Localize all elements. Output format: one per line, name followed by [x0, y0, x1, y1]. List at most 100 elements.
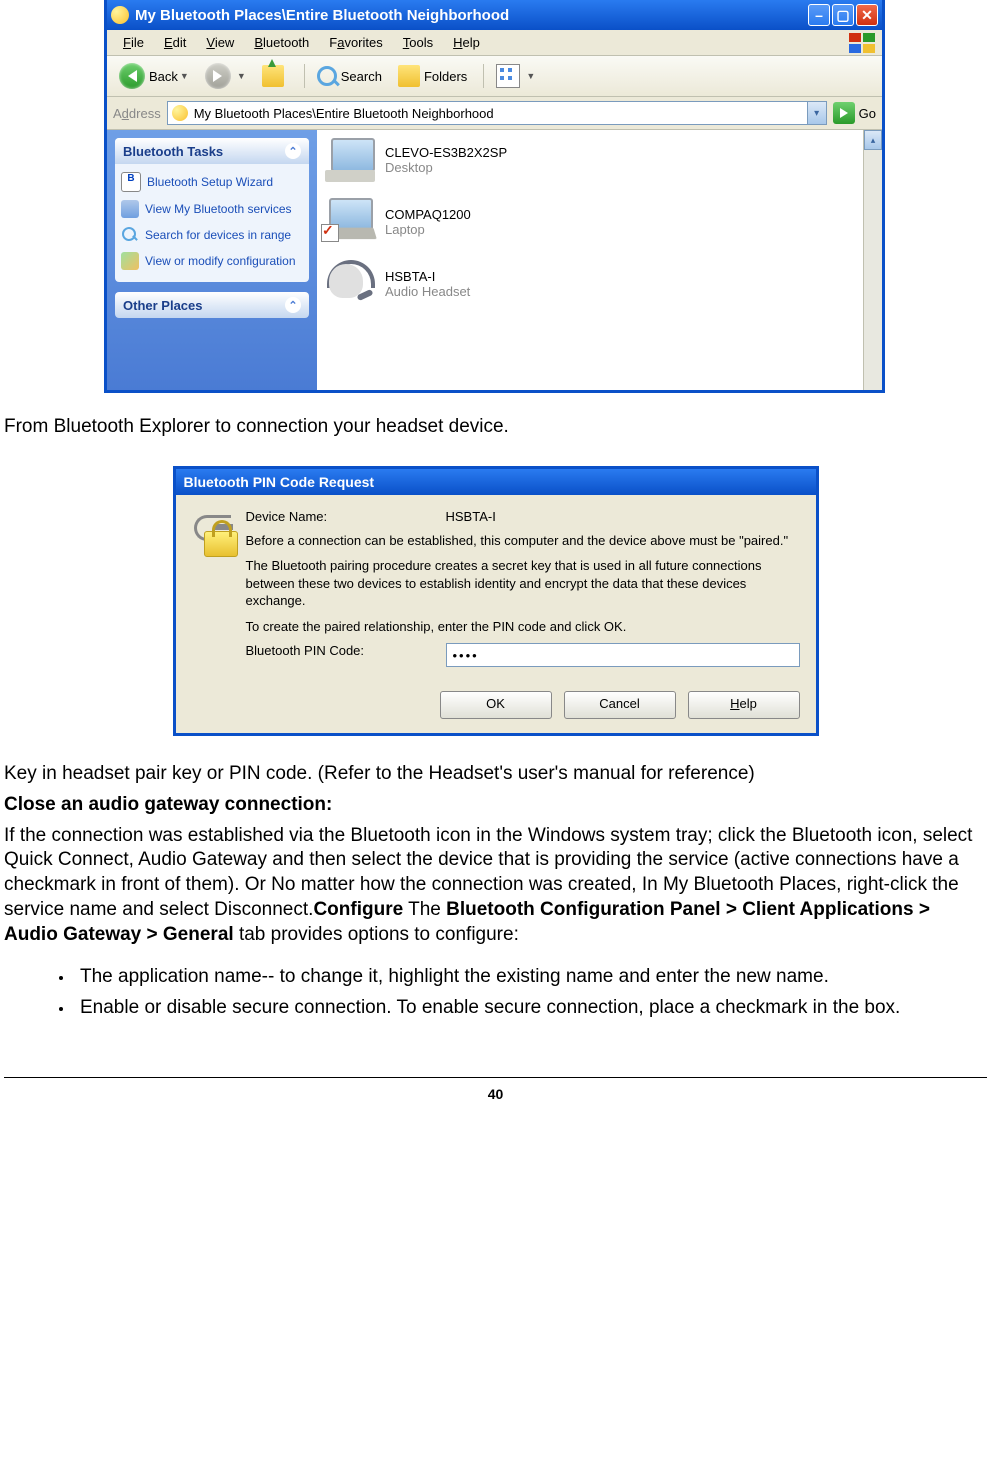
device-type: Audio Headset	[385, 284, 470, 299]
laptop-computer-icon	[323, 198, 375, 246]
address-label: Address	[113, 106, 161, 121]
search-devices-icon	[121, 226, 139, 244]
device-type: Laptop	[385, 222, 471, 237]
back-button[interactable]: Back ▼	[113, 60, 195, 92]
pin-code-label: Bluetooth PIN Code:	[246, 643, 446, 667]
page-number: 40	[4, 1086, 987, 1102]
body-paragraph: If the connection was established via th…	[4, 824, 987, 947]
toolbar: Back ▼ ▼ Search Folders ▼	[107, 56, 882, 97]
menu-edit[interactable]: Edit	[154, 33, 196, 52]
menu-tools[interactable]: Tools	[393, 33, 443, 52]
toolbar-separator	[304, 64, 305, 88]
help-button[interactable]: Help	[688, 691, 800, 719]
back-dropdown-icon[interactable]: ▼	[180, 71, 189, 81]
task-search-devices[interactable]: Search for devices in range	[121, 222, 303, 248]
task-label: Bluetooth Setup Wizard	[147, 175, 273, 189]
scrollbar-up-button[interactable]: ▴	[864, 130, 882, 150]
folders-button[interactable]: Folders	[392, 62, 473, 90]
collapse-icon: ⌃	[285, 143, 301, 159]
services-icon	[121, 200, 139, 218]
bluetooth-places-icon	[111, 6, 129, 24]
address-icon	[172, 105, 188, 121]
search-icon	[317, 66, 337, 86]
device-name: COMPAQ1200	[385, 207, 471, 222]
bluetooth-tasks-title: Bluetooth Tasks	[123, 144, 223, 159]
dialog-paragraph: The Bluetooth pairing procedure creates …	[246, 557, 800, 610]
explorer-window: My Bluetooth Places\Entire Bluetooth Nei…	[104, 0, 885, 393]
dialog-paragraph: Before a connection can be established, …	[246, 532, 800, 550]
keys-lock-icon	[192, 509, 246, 676]
explorer-body: Bluetooth Tasks ⌃ Bluetooth Setup Wizard…	[107, 130, 882, 390]
config-icon	[121, 252, 139, 270]
device-list: CLEVO-ES3B2X2SP Desktop COMPAQ1200 Lapto…	[317, 130, 882, 390]
footer-rule	[4, 1077, 987, 1078]
go-button[interactable]: Go	[833, 102, 876, 124]
task-setup-wizard[interactable]: Bluetooth Setup Wizard	[121, 168, 303, 196]
views-dropdown-icon[interactable]: ▼	[526, 71, 535, 81]
dialog-title: Bluetooth PIN Code Request	[184, 474, 375, 490]
address-input[interactable]: My Bluetooth Places\Entire Bluetooth Nei…	[167, 101, 808, 125]
device-name-value: HSBTA-I	[446, 509, 496, 524]
menu-view[interactable]: View	[196, 33, 244, 52]
menu-help[interactable]: Help	[443, 33, 490, 52]
other-places-header[interactable]: Other Places ⌃	[115, 292, 309, 318]
search-button[interactable]: Search	[311, 63, 388, 89]
address-dropdown-button[interactable]: ▾	[808, 101, 827, 125]
pin-code-input[interactable]: ••••	[446, 643, 800, 667]
search-label: Search	[341, 69, 382, 84]
views-icon	[496, 64, 520, 88]
menu-bar: File Edit View Bluetooth Favorites Tools…	[107, 30, 882, 56]
vertical-scrollbar[interactable]: ▴	[863, 130, 882, 390]
desktop-computer-icon	[323, 136, 375, 184]
list-item: The application name-- to change it, hig…	[74, 965, 987, 990]
device-item-headset[interactable]: HSBTA-I Audio Headset	[323, 260, 876, 308]
collapse-icon: ⌃	[285, 297, 301, 313]
task-label: View My Bluetooth services	[145, 202, 292, 216]
cancel-button[interactable]: Cancel	[564, 691, 676, 719]
section-heading: Close an audio gateway connection:	[4, 793, 987, 818]
menu-favorites[interactable]: Favorites	[319, 33, 392, 52]
task-label: View or modify configuration	[145, 254, 296, 268]
other-places-panel: Other Places ⌃	[115, 292, 309, 318]
folders-label: Folders	[424, 69, 467, 84]
task-view-services[interactable]: View My Bluetooth services	[121, 196, 303, 222]
go-arrow-icon	[833, 102, 855, 124]
minimize-button[interactable]: –	[808, 4, 830, 26]
device-type: Desktop	[385, 160, 507, 175]
task-modify-config[interactable]: View or modify configuration	[121, 248, 303, 274]
device-item-laptop[interactable]: COMPAQ1200 Laptop	[323, 198, 876, 246]
forward-arrow-icon	[205, 63, 231, 89]
dialog-title-bar: Bluetooth PIN Code Request	[176, 469, 816, 495]
device-name-label: Device Name:	[246, 509, 446, 524]
back-label: Back	[149, 69, 178, 84]
body-paragraph: Key in headset pair key or PIN code. (Re…	[4, 762, 987, 787]
bluetooth-tasks-panel: Bluetooth Tasks ⌃ Bluetooth Setup Wizard…	[115, 138, 309, 282]
window-title: My Bluetooth Places\Entire Bluetooth Nei…	[135, 7, 509, 24]
menu-file[interactable]: File	[113, 33, 154, 52]
address-bar: Address My Bluetooth Places\Entire Bluet…	[107, 97, 882, 130]
forward-button[interactable]: ▼	[199, 60, 252, 92]
up-button[interactable]	[256, 62, 294, 90]
maximize-button[interactable]: ▢	[832, 4, 854, 26]
device-name: CLEVO-ES3B2X2SP	[385, 145, 507, 160]
device-name: HSBTA-I	[385, 269, 470, 284]
bullet-list: The application name-- to change it, hig…	[4, 965, 987, 1020]
wizard-icon	[121, 172, 141, 192]
title-bar: My Bluetooth Places\Entire Bluetooth Nei…	[107, 0, 882, 30]
body-paragraph: From Bluetooth Explorer to connection yo…	[4, 415, 987, 440]
device-item-desktop[interactable]: CLEVO-ES3B2X2SP Desktop	[323, 136, 876, 184]
back-arrow-icon	[119, 63, 145, 89]
pin-request-dialog: Bluetooth PIN Code Request Device Name: …	[173, 466, 819, 737]
folders-icon	[398, 65, 420, 87]
address-value: My Bluetooth Places\Entire Bluetooth Nei…	[194, 106, 494, 121]
go-label: Go	[859, 106, 876, 121]
task-label: Search for devices in range	[145, 228, 291, 242]
bluetooth-tasks-header[interactable]: Bluetooth Tasks ⌃	[115, 138, 309, 164]
views-button[interactable]: ▼	[490, 61, 541, 91]
menu-bluetooth[interactable]: Bluetooth	[244, 33, 319, 52]
windows-logo-icon	[848, 32, 878, 54]
ok-button[interactable]: OK	[440, 691, 552, 719]
folder-up-icon	[262, 65, 284, 87]
close-button[interactable]: ✕	[856, 4, 878, 26]
forward-dropdown-icon[interactable]: ▼	[237, 71, 246, 81]
